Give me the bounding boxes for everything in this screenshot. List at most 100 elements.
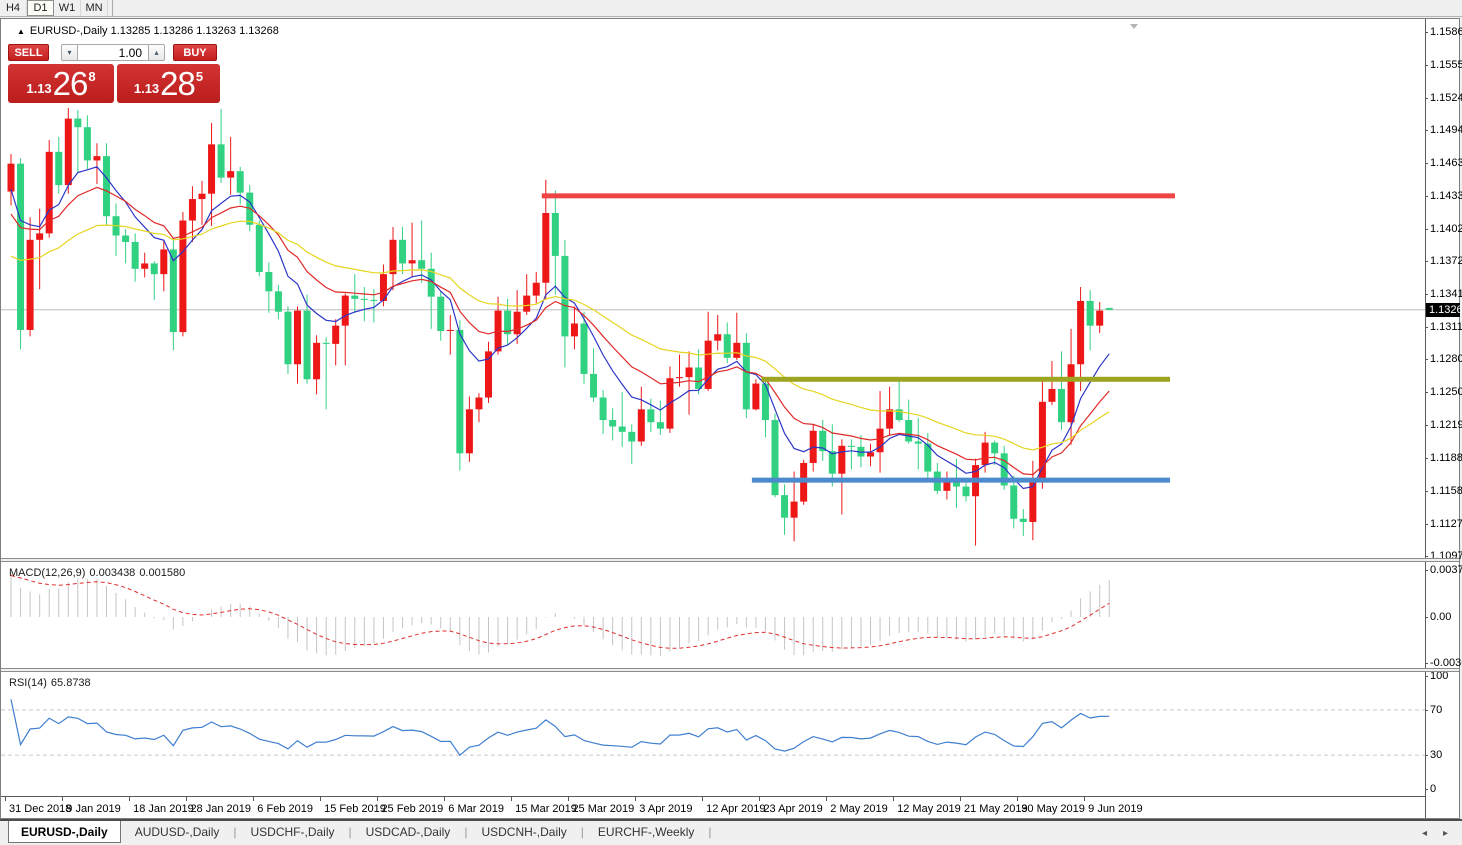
time-axis-tick	[1084, 797, 1085, 801]
price-axis-label: 1.15860	[1430, 26, 1462, 38]
symbol-tab-eurusddaily[interactable]: EURUSD-,Daily	[8, 821, 121, 843]
time-axis-label: 9 Jan 2019	[66, 803, 120, 815]
volume-input[interactable]	[78, 44, 148, 61]
chart-title: ▲ EURUSD-,Daily 1.13285 1.13286 1.13263 1…	[17, 25, 279, 37]
macd-indicator-label: MACD(12,26,9)0.0034380.001580	[9, 567, 189, 579]
rsi-value: 65.8738	[51, 677, 91, 689]
macd-signal-value: 0.001580	[139, 567, 185, 579]
time-axis-label: 31 Dec 2018	[9, 803, 71, 815]
toolbar-separator	[112, 0, 113, 16]
time-axis-label: 6 Mar 2019	[448, 803, 504, 815]
timeframe-button-d1[interactable]: D1	[27, 0, 54, 16]
timeframe-button-mn[interactable]: MN	[81, 0, 108, 16]
collapse-arrow-icon[interactable]: ▲	[17, 27, 25, 36]
price-axis-label: 1.12195	[1430, 419, 1462, 431]
rsi-indicator-label: RSI(14)65.8738	[9, 677, 95, 689]
ohlc-low: 1.13263	[196, 25, 236, 37]
rsi-axis-label: 0	[1430, 783, 1436, 795]
time-axis-tick	[511, 797, 512, 801]
price-axis-label: 1.11580	[1430, 485, 1462, 497]
time-axis[interactable]: 31 Dec 20189 Jan 201918 Jan 201928 Jan 2…	[1, 796, 1425, 818]
buy-button[interactable]: BUY	[173, 44, 217, 61]
sell-price-button[interactable]: 1.13 26 8	[8, 64, 114, 103]
time-axis-label: 15 Feb 2019	[324, 803, 386, 815]
current-price-badge: 1.13268	[1426, 303, 1460, 317]
price-axis-label: 1.15550	[1430, 59, 1462, 71]
sell-price-pip: 8	[88, 69, 95, 84]
ohlc-close: 1.13268	[239, 25, 279, 37]
macd-axis-label: -0.003682	[1430, 657, 1462, 669]
rsi-line	[11, 699, 1109, 755]
pane-splitter[interactable]	[1, 558, 1459, 562]
support-line[interactable]	[752, 478, 1170, 483]
timeframe-button-h4[interactable]: H4	[0, 0, 27, 16]
price-axis-label: 1.15245	[1430, 92, 1462, 104]
symbol-tab-usdchfdaily[interactable]: USDCHF-,Daily	[237, 821, 349, 843]
time-axis-label: 25 Feb 2019	[381, 803, 443, 815]
chart-window: 31 Dec 20189 Jan 201918 Jan 201928 Jan 2…	[0, 18, 1460, 819]
time-axis-tick	[893, 797, 894, 801]
time-axis-label: 9 Jun 2019	[1088, 803, 1142, 815]
time-axis-tick	[129, 797, 130, 801]
time-axis-label: 30 May 2019	[1021, 803, 1085, 815]
chart-shift-marker-icon[interactable]	[1130, 24, 1138, 29]
volume-decrease-button[interactable]: ▾	[61, 44, 78, 61]
price-axis-label: 1.14940	[1430, 124, 1462, 136]
buy-price-button[interactable]: 1.13 28 5	[117, 64, 220, 103]
rsi-chart-canvas[interactable]	[1, 672, 1425, 796]
symbol-tab-eurchfweekly[interactable]: EURCHF-,Weekly	[584, 821, 708, 843]
time-axis-tick	[320, 797, 321, 801]
time-axis-tick	[568, 797, 569, 801]
symbol-tab-usdcnhdaily[interactable]: USDCNH-,Daily	[467, 821, 580, 843]
macd-chart-canvas[interactable]	[1, 562, 1425, 668]
time-axis-label: 12 Apr 2019	[706, 803, 765, 815]
tab-scroll-right-icon[interactable]: ▸	[1443, 828, 1448, 839]
timeframe-toolbar: H4D1W1MN	[0, 0, 1462, 17]
time-axis-tick	[377, 797, 378, 801]
price-axis-label: 1.13720	[1430, 255, 1462, 267]
buy-price-pip: 5	[196, 69, 203, 84]
price-axis-label: 1.13110	[1430, 321, 1462, 333]
price-axis-label: 1.14635	[1430, 157, 1462, 169]
time-axis-tick	[635, 797, 636, 801]
time-axis-tick	[5, 797, 6, 801]
time-axis-label: 15 Mar 2019	[515, 803, 577, 815]
time-axis-tick	[1017, 797, 1018, 801]
mid-level-line[interactable]	[761, 377, 1170, 382]
sell-price-big: 26	[53, 65, 88, 103]
tab-separator: |	[708, 821, 711, 843]
volume-increase-button[interactable]: ▴	[148, 44, 165, 61]
time-axis-label: 12 May 2019	[897, 803, 961, 815]
time-axis-tick	[826, 797, 827, 801]
pane-splitter[interactable]	[1, 668, 1459, 672]
time-axis-label: 21 May 2019	[964, 803, 1028, 815]
symbol-tab-audusddaily[interactable]: AUDUSD-,Daily	[121, 821, 234, 843]
time-axis-label: 2 May 2019	[830, 803, 887, 815]
tab-scroll-controls: ◂ ▸	[1422, 821, 1448, 845]
symbol-tab-usdcaddaily[interactable]: USDCAD-,Daily	[352, 821, 465, 843]
price-axis-label: 1.14025	[1430, 223, 1462, 235]
price-axis-label: 1.12805	[1430, 353, 1462, 365]
sell-button[interactable]: SELL	[8, 44, 49, 61]
tab-scroll-left-icon[interactable]: ◂	[1422, 828, 1427, 839]
resistance-line[interactable]	[542, 193, 1175, 198]
ohlc-open: 1.13285	[111, 25, 151, 37]
ohlc-high: 1.13286	[153, 25, 193, 37]
time-axis-tick	[960, 797, 961, 801]
rsi-axis-label: 30	[1430, 749, 1442, 761]
macd-histogram	[11, 572, 1109, 656]
time-axis-label: 3 Apr 2019	[639, 803, 692, 815]
time-axis-label: 28 Jan 2019	[190, 803, 251, 815]
time-axis-tick	[253, 797, 254, 801]
time-axis-tick	[759, 797, 760, 801]
chart-symbol-label: EURUSD-,Daily	[30, 25, 108, 37]
price-axis[interactable]: 1.13268 1.15860 1.15550 1.15245 1.14940 1.14…	[1425, 19, 1459, 818]
time-axis-tick	[186, 797, 187, 801]
timeframe-button-w1[interactable]: W1	[54, 0, 81, 16]
symbol-tab-bar: EURUSD-,DailyAUDUSD-,Daily | USDCHF-,Daily…	[0, 819, 1462, 843]
chart-panes: 31 Dec 20189 Jan 201918 Jan 201928 Jan 2…	[1, 19, 1425, 818]
macd-axis-label: 0.003777	[1430, 564, 1462, 576]
time-axis-tick	[702, 797, 703, 801]
time-axis-tick	[444, 797, 445, 801]
time-axis-label: 25 Mar 2019	[572, 803, 634, 815]
